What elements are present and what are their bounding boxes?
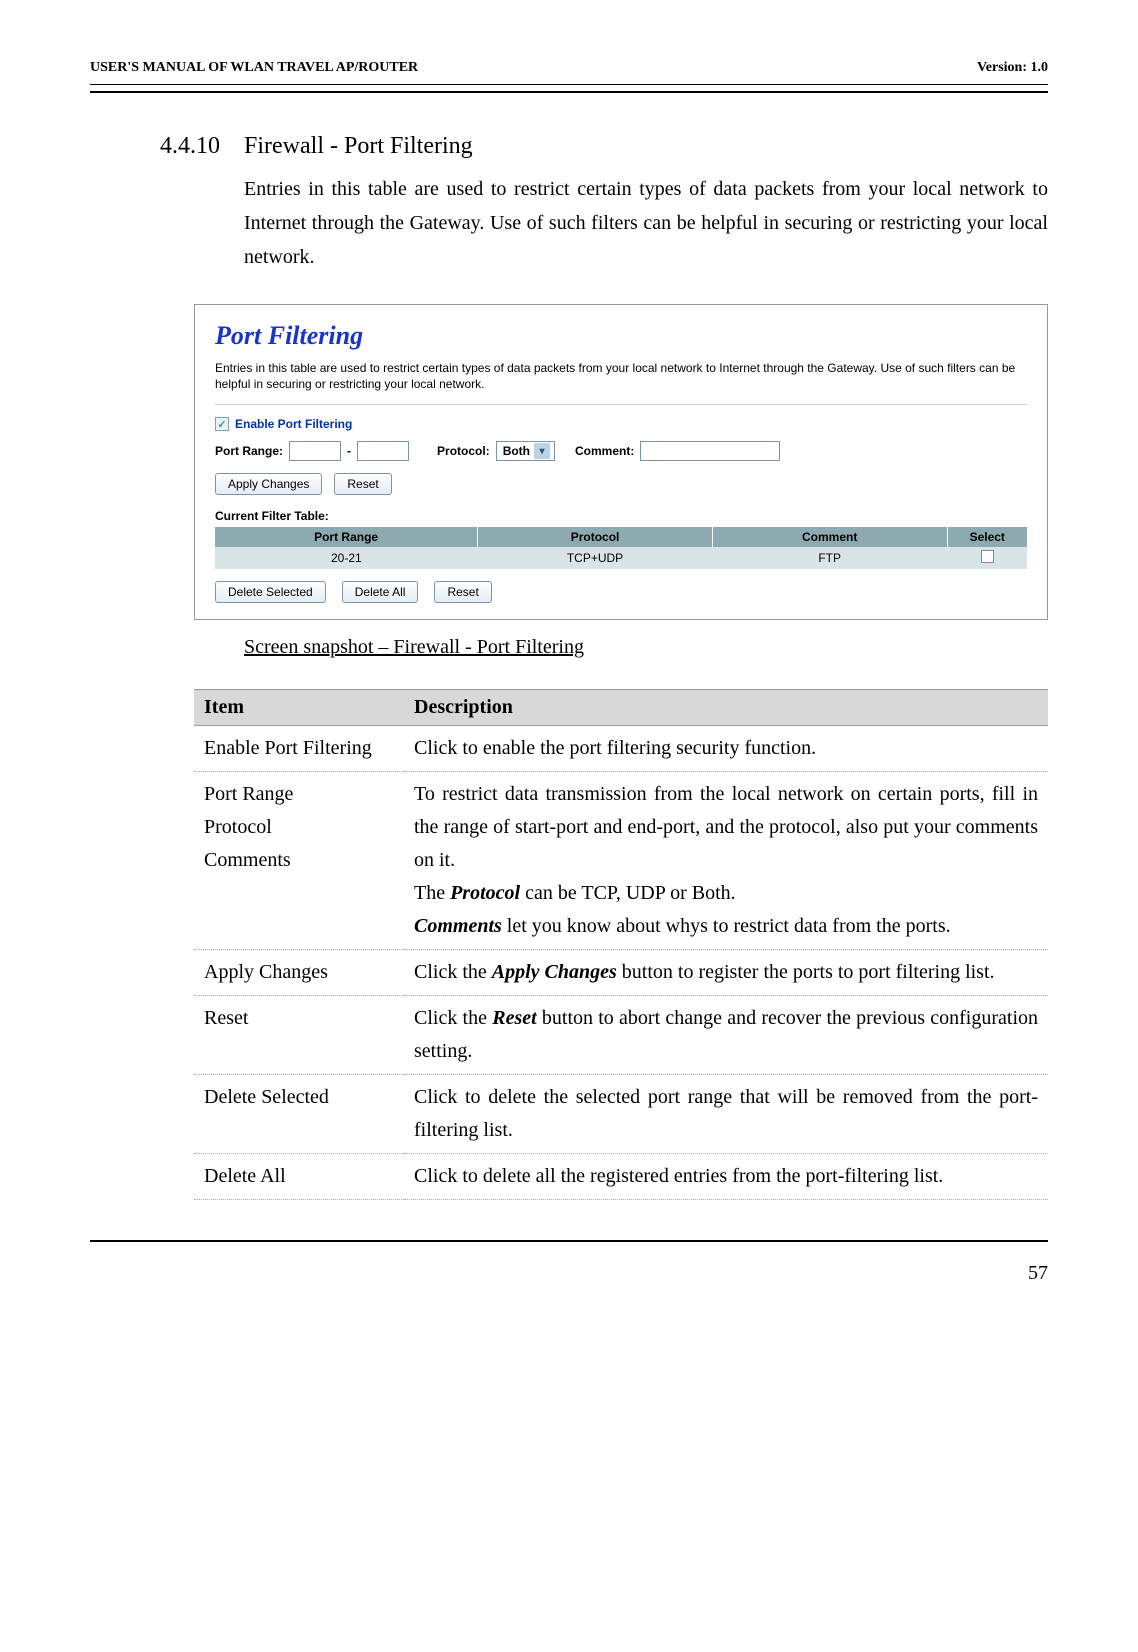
desc-item: Reset <box>194 996 404 1075</box>
enable-port-filtering-checkbox[interactable]: ✓ <box>215 417 229 431</box>
desc-item: Delete Selected <box>194 1075 404 1154</box>
apply-changes-button[interactable]: Apply Changes <box>215 473 322 495</box>
enable-port-filtering-label: Enable Port Filtering <box>235 417 352 431</box>
desc-text: Click the Reset button to abort change a… <box>404 996 1048 1075</box>
panel-title: Port Filtering <box>215 321 1027 351</box>
col-select: Select <box>947 527 1027 547</box>
protocol-value: Both <box>503 444 530 458</box>
cell-protocol: TCP+UDP <box>478 547 713 569</box>
page-number: 57 <box>90 1262 1048 1285</box>
desc-item: Apply Changes <box>194 950 404 996</box>
cell-comment: FTP <box>712 547 947 569</box>
desc-item: Port Range Protocol Comments <box>194 772 404 950</box>
delete-selected-button[interactable]: Delete Selected <box>215 581 326 603</box>
reset-button-2[interactable]: Reset <box>434 581 491 603</box>
desc-text: Click the Apply Changes button to regist… <box>404 950 1048 996</box>
section-title-text: Firewall - Port Filtering <box>244 133 473 159</box>
filter-table: Port Range Protocol Comment Select 20-21… <box>215 527 1027 569</box>
section-heading: 4.4.10 Firewall - Port Filtering <box>160 133 1048 160</box>
row-select-checkbox[interactable] <box>981 550 994 563</box>
desc-header-description: Description <box>404 690 1048 726</box>
col-port-range: Port Range <box>215 527 478 547</box>
port-range-end-input[interactable] <box>357 441 409 461</box>
desc-text: To restrict data transmission from the l… <box>404 772 1048 950</box>
panel-desc: Entries in this table are used to restri… <box>215 361 1027 392</box>
comment-input[interactable] <box>640 441 780 461</box>
section-intro: Entries in this table are used to restri… <box>244 172 1048 274</box>
comment-label: Comment: <box>575 444 634 458</box>
col-comment: Comment <box>712 527 947 547</box>
screenshot-caption: Screen snapshot – Firewall - Port Filter… <box>244 636 1048 659</box>
desc-text: Click to delete the selected port range … <box>404 1075 1048 1154</box>
protocol-label: Protocol: <box>437 444 490 458</box>
port-range-label: Port Range: <box>215 444 283 458</box>
table-row: 20-21 TCP+UDP FTP <box>215 547 1027 569</box>
version-label: Version: 1.0 <box>977 60 1048 76</box>
section-number: 4.4.10 <box>160 133 238 160</box>
col-protocol: Protocol <box>478 527 713 547</box>
cell-port-range: 20-21 <box>215 547 478 569</box>
screenshot-panel: Port Filtering Entries in this table are… <box>194 304 1048 620</box>
port-range-start-input[interactable] <box>289 441 341 461</box>
desc-text: Click to delete all the registered entri… <box>404 1154 1048 1200</box>
desc-text: Click to enable the port filtering secur… <box>404 726 1048 772</box>
filter-table-caption: Current Filter Table: <box>215 509 1027 523</box>
reset-button[interactable]: Reset <box>334 473 391 495</box>
desc-item: Enable Port Filtering <box>194 726 404 772</box>
manual-title: USER'S MANUAL OF WLAN TRAVEL AP/ROUTER <box>90 60 418 76</box>
chevron-down-icon: ▾ <box>534 443 550 459</box>
description-table: Item Description Enable Port Filtering C… <box>194 689 1048 1200</box>
protocol-select[interactable]: Both ▾ <box>496 441 555 461</box>
port-range-dash: - <box>347 444 351 458</box>
desc-item: Delete All <box>194 1154 404 1200</box>
delete-all-button[interactable]: Delete All <box>342 581 419 603</box>
desc-header-item: Item <box>194 690 404 726</box>
